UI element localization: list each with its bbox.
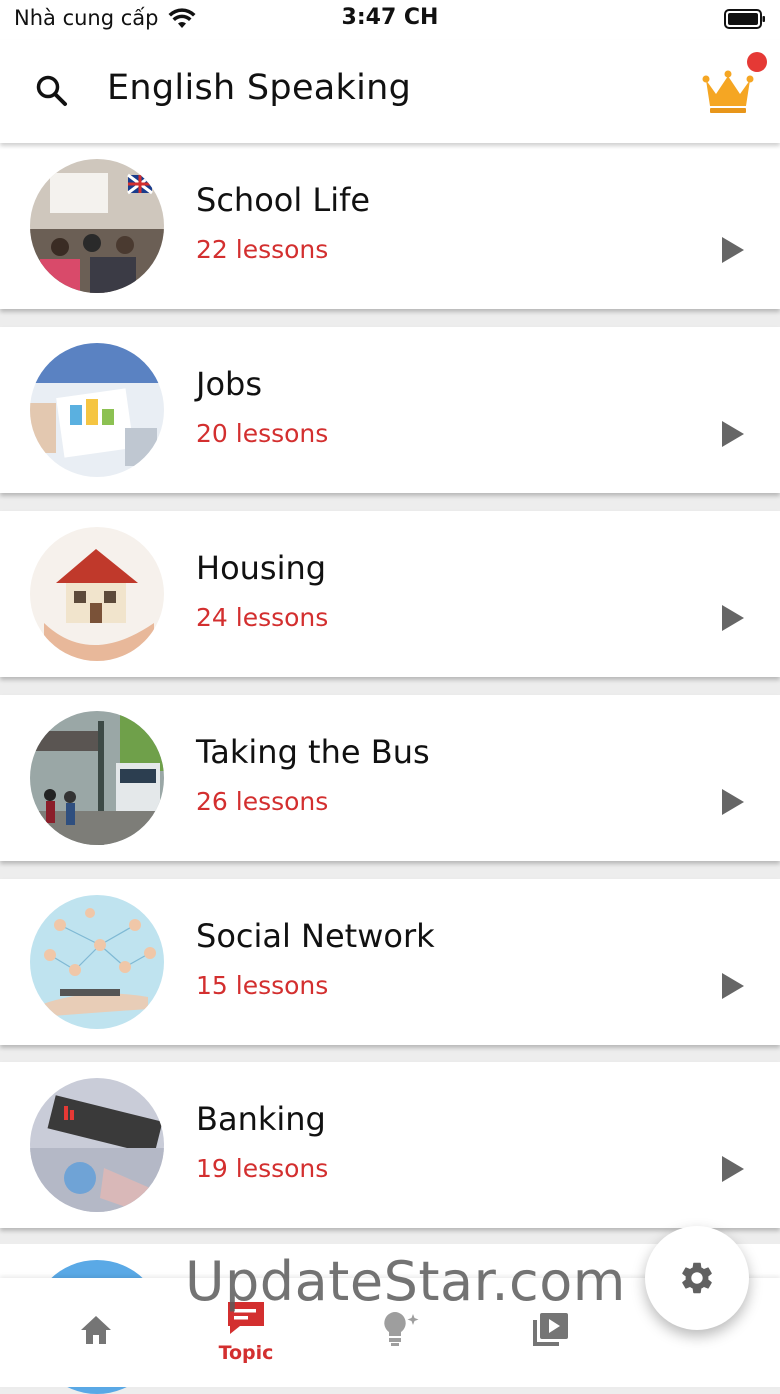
topic-thumbnail xyxy=(30,711,164,845)
play-arrow-icon xyxy=(722,421,744,447)
topic-title: Social Network xyxy=(196,917,435,955)
play-arrow-icon xyxy=(722,973,744,999)
search-icon[interactable] xyxy=(34,73,70,109)
topic-thumbnail xyxy=(30,159,164,293)
gear-icon xyxy=(682,1262,712,1294)
lesson-count: 24 lessons xyxy=(196,603,329,632)
nav-videos[interactable] xyxy=(471,1278,621,1387)
lesson-count: 20 lessons xyxy=(196,419,329,448)
lightbulb-icon xyxy=(384,1312,419,1346)
topic-title: Banking xyxy=(196,1100,326,1138)
social-network-image xyxy=(30,895,164,1029)
notification-badge xyxy=(747,52,767,72)
nav-topic[interactable]: Topic xyxy=(171,1278,321,1387)
status-bar: Nhà cung cấp 3:47 CH xyxy=(0,0,780,40)
topic-card-banking[interactable]: Banking 19 lessons xyxy=(0,1062,780,1228)
jobs-image xyxy=(30,343,164,477)
topic-thumbnail xyxy=(30,895,164,1029)
topic-title: School Life xyxy=(196,181,371,219)
topic-title: Taking the Bus xyxy=(196,733,430,771)
topic-title: Housing xyxy=(196,549,327,587)
clock: 3:47 CH xyxy=(341,5,439,30)
bus-image xyxy=(30,711,164,845)
topic-card-school-life[interactable]: School Life 22 lessons xyxy=(0,143,780,309)
play-arrow-icon xyxy=(722,789,744,815)
school-life-image xyxy=(30,159,164,293)
lesson-count: 22 lessons xyxy=(196,235,329,264)
nav-ideas[interactable] xyxy=(321,1278,471,1387)
video-library-icon xyxy=(533,1313,568,1346)
topic-card-jobs[interactable]: Jobs 20 lessons xyxy=(0,327,780,493)
housing-image xyxy=(30,527,164,661)
topic-thumbnail xyxy=(30,343,164,477)
battery-icon xyxy=(724,9,765,29)
topic-icon xyxy=(228,1302,264,1334)
settings-button[interactable] xyxy=(645,1226,749,1330)
banking-image xyxy=(30,1078,164,1212)
topic-title: Jobs xyxy=(196,365,262,403)
play-arrow-icon xyxy=(722,237,744,263)
page-title: English Speaking xyxy=(107,68,412,108)
play-arrow-icon xyxy=(722,1156,744,1182)
home-icon xyxy=(81,1316,111,1344)
topic-card-taking-the-bus[interactable]: Taking the Bus 26 lessons xyxy=(0,695,780,861)
lesson-count: 15 lessons xyxy=(196,971,329,1000)
crown-icon[interactable] xyxy=(700,64,756,120)
app-bar: English Speaking xyxy=(0,40,780,143)
topic-thumbnail xyxy=(30,1078,164,1212)
topic-thumbnail xyxy=(30,527,164,661)
play-arrow-icon xyxy=(722,605,744,631)
nav-home[interactable] xyxy=(21,1278,171,1387)
topic-card-social-network[interactable]: Social Network 15 lessons xyxy=(0,879,780,1045)
topic-card-housing[interactable]: Housing 24 lessons xyxy=(0,511,780,677)
lesson-count: 19 lessons xyxy=(196,1154,329,1183)
nav-topic-label: Topic xyxy=(218,1342,274,1364)
lesson-count: 26 lessons xyxy=(196,787,329,816)
